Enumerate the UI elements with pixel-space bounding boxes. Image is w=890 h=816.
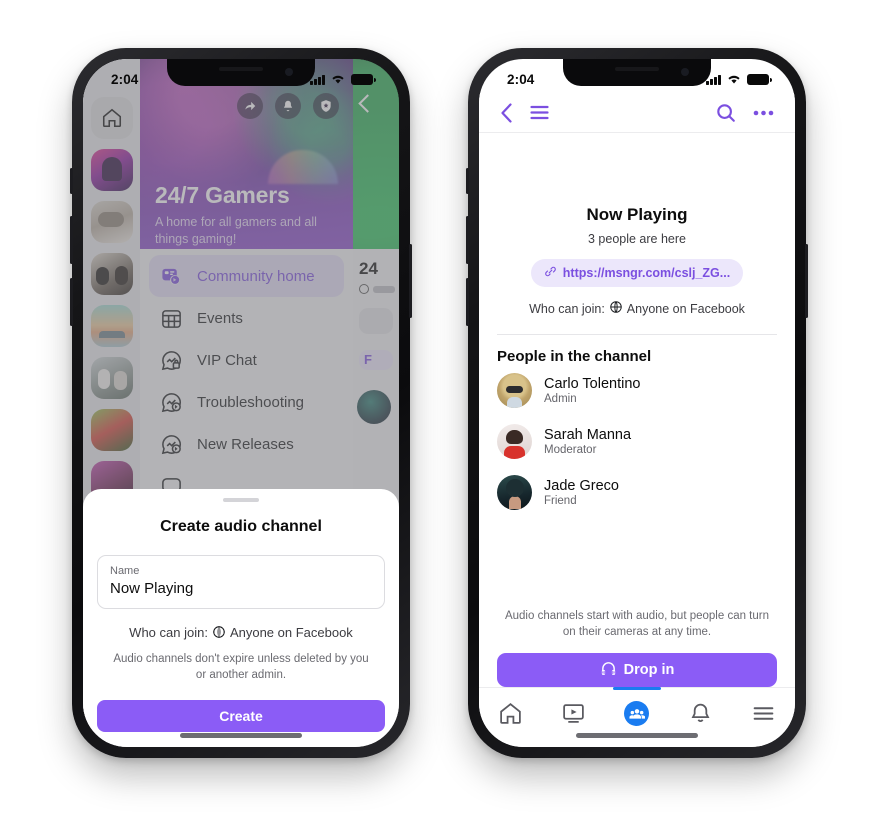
left-phone-screen: 24/7 Gamers A home for all gamers and al… xyxy=(83,59,399,747)
person-name: Sarah Manna xyxy=(544,427,632,443)
channel-body: Now Playing 3 people are here https://ms… xyxy=(479,133,795,627)
power-button[interactable] xyxy=(805,244,808,318)
mute-switch[interactable] xyxy=(466,168,469,194)
hamburger-menu-icon xyxy=(530,105,549,120)
person-info: Jade Greco Friend xyxy=(544,478,619,507)
channel-menu-button[interactable] xyxy=(530,105,549,120)
battery-icon xyxy=(747,74,772,85)
wifi-icon xyxy=(332,75,344,84)
back-button[interactable] xyxy=(500,102,513,123)
sheet-note: Audio channels don't expire unless delet… xyxy=(113,653,369,682)
channel-name-label: Name xyxy=(110,565,140,577)
tab-menu[interactable] xyxy=(740,701,786,726)
channel-title: Now Playing xyxy=(586,205,688,224)
link-icon xyxy=(544,265,557,281)
footer-note: Audio channels start with audio, but peo… xyxy=(504,609,770,638)
channel-link-text: https://msngr.com/cslj_ZG... xyxy=(562,266,731,280)
person-role: Friend xyxy=(544,495,577,507)
who-can-join-label: Who can join: xyxy=(529,301,605,316)
chevron-left-icon xyxy=(501,102,512,123)
sheet-drag-handle[interactable] xyxy=(223,498,259,502)
left-phone-frame: 24/7 Gamers A home for all gamers and al… xyxy=(70,48,412,758)
front-camera xyxy=(681,68,689,76)
more-options-button[interactable] xyxy=(753,110,774,116)
globe-icon xyxy=(609,300,623,317)
drop-in-label: Drop in xyxy=(623,662,675,678)
status-icons xyxy=(310,73,376,85)
right-phone-frame: 2:04 Now Playing 3 people are here https… xyxy=(466,48,808,758)
who-can-join-value: Anyone on Facebook xyxy=(626,301,745,316)
notch xyxy=(563,59,711,86)
battery-icon xyxy=(351,74,376,85)
avatar xyxy=(497,475,532,510)
drop-in-button[interactable]: Drop in xyxy=(497,653,777,687)
right-phone-screen: 2:04 Now Playing 3 people are here https… xyxy=(479,59,795,747)
hamburger-menu-icon xyxy=(753,707,774,720)
channel-header xyxy=(479,93,795,133)
person-info: Carlo Tolentino Admin xyxy=(544,376,640,405)
header-right-group xyxy=(716,103,774,123)
earpiece-speaker xyxy=(615,67,659,71)
who-can-join-row[interactable]: Who can join: Anyone on Facebook xyxy=(97,625,385,640)
search-icon xyxy=(717,103,735,122)
headphones-icon xyxy=(600,660,617,681)
list-item[interactable]: Carlo Tolentino Admin xyxy=(479,365,795,416)
status-icons xyxy=(706,73,772,85)
person-role: Moderator xyxy=(544,444,597,456)
channel-name-field[interactable]: Name Now Playing xyxy=(97,555,385,609)
bell-icon xyxy=(691,703,710,722)
home-icon xyxy=(500,702,521,724)
section-divider xyxy=(497,334,777,335)
more-horizontal-icon xyxy=(753,110,774,115)
power-button[interactable] xyxy=(409,244,412,318)
list-item[interactable]: Sarah Manna Moderator xyxy=(479,416,795,467)
home-indicator[interactable] xyxy=(576,733,698,738)
home-indicator[interactable] xyxy=(180,733,302,738)
mute-switch[interactable] xyxy=(70,168,73,194)
channel-link-pill[interactable]: https://msngr.com/cslj_ZG... xyxy=(530,259,744,287)
tab-home[interactable] xyxy=(488,701,534,726)
channel-footer: Audio channels start with audio, but peo… xyxy=(479,608,795,687)
person-info: Sarah Manna Moderator xyxy=(544,427,631,456)
avatar xyxy=(497,424,532,459)
status-time: 2:04 xyxy=(507,71,535,87)
who-can-join-row[interactable]: Who can join: Anyone on Facebook xyxy=(479,300,795,317)
channel-name-input[interactable]: Now Playing xyxy=(110,580,372,597)
earpiece-speaker xyxy=(219,67,263,71)
person-role: Admin xyxy=(544,393,577,405)
channel-people-count: 3 people are here xyxy=(588,232,686,246)
globe-icon xyxy=(212,625,226,640)
header-left-group xyxy=(500,102,549,123)
person-name: Jade Greco xyxy=(544,478,619,494)
people-section-title: People in the channel xyxy=(497,348,652,365)
sheet-title: Create audio channel xyxy=(160,518,322,535)
search-button[interactable] xyxy=(716,103,736,123)
avatar xyxy=(497,373,532,408)
who-can-join-value: Anyone on Facebook xyxy=(229,625,353,640)
front-camera xyxy=(285,68,293,76)
notch xyxy=(167,59,315,86)
create-button[interactable]: Create xyxy=(97,699,385,732)
volume-down-button[interactable] xyxy=(466,278,469,326)
volume-up-button[interactable] xyxy=(70,216,73,264)
volume-up-button[interactable] xyxy=(466,216,469,264)
tab-notifications[interactable] xyxy=(677,701,723,726)
tab-groups[interactable] xyxy=(614,701,660,726)
bottom-tab-bar xyxy=(479,687,795,747)
who-can-join-label: Who can join: xyxy=(129,625,208,640)
screenshot-root: 24/7 Gamers A home for all gamers and al… xyxy=(0,0,890,816)
person-name: Carlo Tolentino xyxy=(544,376,641,392)
video-icon xyxy=(563,704,585,723)
status-time: 2:04 xyxy=(111,71,139,87)
volume-down-button[interactable] xyxy=(70,278,73,326)
people-group-icon xyxy=(624,701,650,726)
tab-watch[interactable] xyxy=(551,701,597,726)
wifi-icon xyxy=(728,75,740,84)
list-item[interactable]: Jade Greco Friend xyxy=(479,467,795,518)
create-audio-channel-sheet: Create audio channel Name Now Playing Wh… xyxy=(83,489,399,747)
